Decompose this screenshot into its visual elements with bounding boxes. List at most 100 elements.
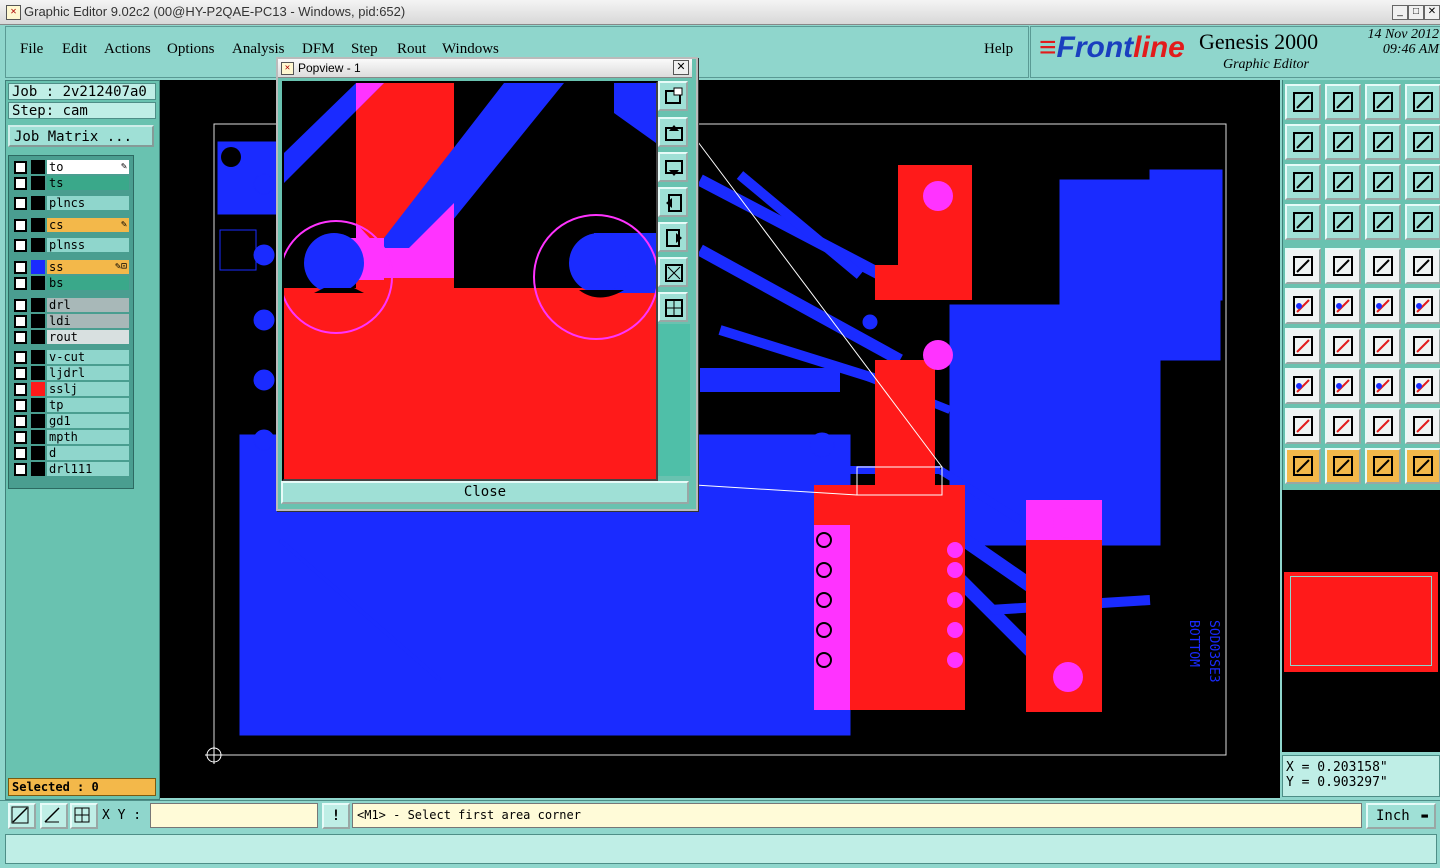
arc-add-button[interactable]: [1365, 288, 1401, 324]
undo-button[interactable]: [1365, 124, 1401, 160]
pan-down-button[interactable]: [658, 152, 688, 182]
layer-name[interactable]: plncs: [47, 196, 129, 210]
menu-edit[interactable]: Edit: [62, 41, 87, 58]
split-view-button[interactable]: [1405, 84, 1440, 120]
job-matrix-button[interactable]: Job Matrix ...: [8, 125, 154, 147]
menu-windows[interactable]: Windows: [442, 41, 499, 58]
pointer-circle-button[interactable]: [1365, 448, 1401, 484]
layer-name[interactable]: sslj: [47, 382, 129, 396]
layer-row[interactable]: ts: [11, 176, 131, 190]
layer-checkbox[interactable]: [14, 239, 27, 252]
menu-dfm[interactable]: DFM: [302, 41, 335, 58]
menu-actions[interactable]: Actions: [104, 41, 151, 58]
layer-row[interactable]: tp: [11, 398, 131, 412]
pan-left-button[interactable]: [1285, 124, 1321, 160]
line-select-button[interactable]: [1325, 368, 1361, 404]
layer-name[interactable]: drl: [47, 298, 129, 312]
layer-row[interactable]: mpth: [11, 430, 131, 444]
layer-name[interactable]: rout: [47, 330, 129, 344]
layer-name[interactable]: bs: [47, 276, 129, 290]
layer-row[interactable]: plncs: [11, 196, 131, 210]
menu-step[interactable]: Step: [351, 41, 378, 58]
mirror-button[interactable]: [1405, 328, 1440, 364]
layer-color-swatch[interactable]: [31, 238, 45, 252]
menu-file[interactable]: File: [20, 41, 43, 58]
menu-rout[interactable]: Rout: [397, 41, 426, 58]
layer-name[interactable]: v-cut: [47, 350, 129, 364]
redo-button[interactable]: [1405, 124, 1440, 160]
layer-color-swatch[interactable]: [31, 314, 45, 328]
layer-row[interactable]: ldi: [11, 314, 131, 328]
pan-up-button[interactable]: [658, 117, 688, 147]
pan-left-button[interactable]: [658, 187, 688, 217]
layer-checkbox[interactable]: [14, 299, 27, 312]
measure-button[interactable]: [40, 803, 68, 829]
layer-color-swatch[interactable]: [31, 298, 45, 312]
layer-checkbox[interactable]: [14, 367, 27, 380]
layer-color-swatch[interactable]: [31, 176, 45, 190]
layer-row[interactable]: sslj: [11, 382, 131, 396]
layer-row[interactable]: gd1: [11, 414, 131, 428]
maximize-button[interactable]: □: [1408, 5, 1424, 20]
layer-row[interactable]: rout: [11, 330, 131, 344]
warning-button[interactable]: !: [322, 803, 350, 829]
net-button[interactable]: [1285, 288, 1321, 324]
menu-help[interactable]: Help: [984, 41, 1013, 58]
layer-checkbox[interactable]: [14, 277, 27, 290]
layer-checkbox[interactable]: [14, 463, 27, 476]
menu-options[interactable]: Options: [167, 41, 215, 58]
line-add-button[interactable]: [1325, 248, 1361, 284]
layer-color-swatch[interactable]: [31, 446, 45, 460]
layer-name[interactable]: cs ✎: [47, 218, 129, 232]
popview-close-button[interactable]: Close: [281, 481, 689, 504]
slash-button[interactable]: [1325, 328, 1361, 364]
layer-checkbox[interactable]: [14, 399, 27, 412]
layer-connect-button[interactable]: [1365, 204, 1401, 240]
layer-checkbox[interactable]: [14, 315, 27, 328]
settings-button[interactable]: [1285, 204, 1321, 240]
layer-color-swatch[interactable]: [31, 398, 45, 412]
layer-name[interactable]: to ✎: [47, 160, 129, 174]
xy-input[interactable]: [150, 803, 318, 828]
layer-row[interactable]: ljdrl: [11, 366, 131, 380]
angle-button[interactable]: [1285, 328, 1321, 364]
snap-button[interactable]: [8, 803, 36, 829]
layer-checkbox[interactable]: [14, 219, 27, 232]
popview-title-bar[interactable]: ✕ Popview - 1 ✕: [278, 59, 692, 78]
layer-name[interactable]: plnss: [47, 238, 129, 252]
pan-right-button[interactable]: [1325, 124, 1361, 160]
zoom-out-button[interactable]: [658, 292, 688, 322]
layer-name[interactable]: tp: [47, 398, 129, 412]
shape-button[interactable]: [1405, 368, 1440, 404]
layer-checkbox[interactable]: [14, 431, 27, 444]
route-button[interactable]: [1405, 448, 1440, 484]
pointer-button[interactable]: [1285, 448, 1321, 484]
layer-checkbox[interactable]: [14, 383, 27, 396]
layer-row[interactable]: drl: [11, 298, 131, 312]
zoom-in-button[interactable]: [1285, 84, 1321, 120]
pad-add-button[interactable]: [1285, 248, 1321, 284]
layer-color-swatch[interactable]: [31, 382, 45, 396]
layer-row[interactable]: bs: [11, 276, 131, 290]
triangle-arrow-button[interactable]: [1365, 408, 1401, 444]
center-button[interactable]: [1325, 164, 1361, 200]
popview-close-icon[interactable]: ✕: [673, 60, 689, 75]
rotate-button[interactable]: [1365, 328, 1401, 364]
layer-checkbox[interactable]: [14, 177, 27, 190]
layer-name[interactable]: ts: [47, 176, 129, 190]
layer-name[interactable]: drl111: [47, 462, 129, 476]
minimize-button[interactable]: _: [1392, 5, 1408, 20]
layer-row[interactable]: to ✎: [11, 160, 131, 174]
layer-name[interactable]: ldi: [47, 314, 129, 328]
layer-color-swatch[interactable]: [31, 414, 45, 428]
grid-button[interactable]: [70, 803, 98, 829]
menu-analysis[interactable]: Analysis: [232, 41, 285, 58]
layer-color-swatch[interactable]: [31, 330, 45, 344]
layer-checkbox[interactable]: [14, 331, 27, 344]
layer-color-swatch[interactable]: [31, 260, 45, 274]
step-button[interactable]: [1365, 368, 1401, 404]
layer-checkbox[interactable]: [14, 351, 27, 364]
layer-checkbox[interactable]: [14, 447, 27, 460]
triangle-button[interactable]: [1285, 408, 1321, 444]
probe-button[interactable]: [1325, 204, 1361, 240]
